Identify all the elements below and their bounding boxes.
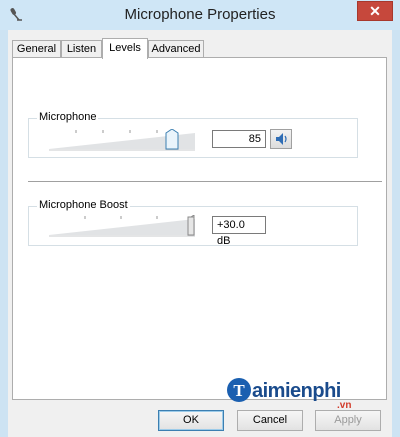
watermark-logo-icon: T [226, 377, 252, 406]
window-title: Microphone Properties [124, 6, 276, 23]
mute-button[interactable] [270, 129, 292, 149]
close-button[interactable]: ✕ [357, 1, 393, 21]
watermark-brand: aimienphi [252, 380, 341, 402]
boost-slider[interactable] [49, 215, 195, 237]
title-bar: Microphone Properties ✕ [0, 0, 400, 30]
tab-advanced[interactable]: Advanced [148, 40, 204, 58]
dialog-footer: OK Cancel Apply [8, 400, 392, 437]
apply-button[interactable]: Apply [315, 410, 381, 431]
speaker-icon [271, 133, 291, 151]
microphone-label: Microphone [37, 111, 99, 123]
tab-general[interactable]: General [12, 40, 61, 58]
svg-text:T: T [233, 381, 245, 400]
microphone-group: Microphone 85 [28, 111, 358, 158]
watermark-suffix: .vn [337, 400, 352, 411]
tab-levels[interactable]: Levels [102, 38, 148, 59]
section-divider [28, 181, 382, 182]
tab-listen[interactable]: Listen [61, 40, 102, 58]
ok-button[interactable]: OK [158, 410, 224, 431]
cancel-button[interactable]: Cancel [237, 410, 303, 431]
microphone-level-value[interactable]: 85 [212, 130, 266, 148]
levels-panel: Microphone 85 Microphone Boost +30.0 dB [12, 57, 387, 400]
boost-value[interactable]: +30.0 dB [212, 216, 266, 247]
microphone-level-slider[interactable] [49, 129, 195, 151]
dialog-body: General Listen Levels Advanced Microphon… [8, 30, 392, 437]
boost-group: Microphone Boost +30.0 dB [28, 199, 358, 247]
boost-label: Microphone Boost [37, 199, 130, 211]
